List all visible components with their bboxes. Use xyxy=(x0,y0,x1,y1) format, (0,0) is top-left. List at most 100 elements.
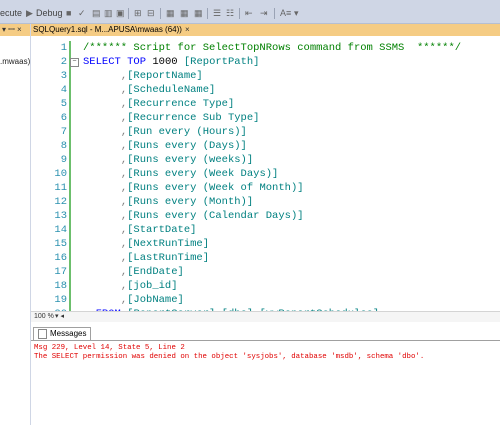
line-number: 3 xyxy=(60,70,67,82)
results-to-text-icon[interactable]: ▦ xyxy=(166,7,175,19)
line-number: 13 xyxy=(54,210,67,222)
code-line[interactable]: 14 ,[StartDate] xyxy=(31,223,500,237)
code-text: ,[Runs every (Week Days)] xyxy=(120,168,279,180)
code-line[interactable]: 12 ,[Runs every (Month)] xyxy=(31,195,500,209)
code-text: ,[Runs every (Month)] xyxy=(120,196,254,208)
object-explorer-panel: ▾ ꟷ × .mwaas) xyxy=(0,24,31,425)
zoom-dropdown-icon[interactable]: ▾ ◂ xyxy=(55,312,64,322)
code-text: ,[JobName] xyxy=(120,294,184,306)
code-text: ,[ReportName] xyxy=(120,70,203,82)
query-editor[interactable]: 1 /****** Script for SelectTopNRows comma… xyxy=(31,36,500,321)
line-number: 17 xyxy=(54,266,67,278)
parse-check-icon[interactable]: ✓ xyxy=(78,7,86,19)
zoom-bar: 100 % ▾ ◂ xyxy=(31,311,500,322)
comment-icon[interactable]: ☰ xyxy=(213,7,221,19)
panel-pin-icon[interactable]: ▾ ꟷ × xyxy=(2,24,22,36)
code-line[interactable]: 10 ,[Runs every (Week Days)] xyxy=(31,167,500,181)
line-number: 7 xyxy=(60,126,67,138)
line-number: 15 xyxy=(54,238,67,250)
results-tab-strip: Messages xyxy=(31,327,500,340)
code-line[interactable]: 3 ,[ReportName] xyxy=(31,69,500,83)
query-design-icon[interactable]: ▣ xyxy=(116,7,125,19)
line-number: 11 xyxy=(54,182,67,194)
code-text: ,[Recurrence Type] xyxy=(120,98,235,110)
tab-title: SQLQuery1.sql - M...APUSA\mwaas (64)) xyxy=(33,25,182,34)
line-number: 12 xyxy=(54,196,67,208)
debug-play-icon[interactable]: ▶ xyxy=(26,7,33,19)
toolbar-overflow-icon[interactable]: ▾ xyxy=(294,7,299,19)
line-number: 9 xyxy=(60,154,67,166)
results-to-file-icon[interactable]: ▦ xyxy=(194,7,203,19)
messages-pane: Msg 229, Level 14, State 5, Line 2 The S… xyxy=(31,340,500,426)
line-number: 19 xyxy=(54,294,67,306)
code-text: ,[Runs every (Week of Month)] xyxy=(120,182,304,194)
toolbar-separator xyxy=(160,8,161,19)
document-tab-strip: SQLQuery1.sql - M...APUSA\mwaas (64)) × xyxy=(31,24,500,36)
code-line[interactable]: 6 ,[Recurrence Sub Type] xyxy=(31,111,500,125)
code-text: ,[StartDate] xyxy=(120,224,197,236)
line-number: 5 xyxy=(60,98,67,110)
code-line[interactable]: 5 ,[Recurrence Type] xyxy=(31,97,500,111)
decrease-indent-icon[interactable]: ⇤ xyxy=(245,7,253,19)
messages-icon xyxy=(38,328,47,339)
code-line[interactable]: 18 ,[job_id] xyxy=(31,279,500,293)
line-number: 8 xyxy=(60,140,67,152)
code-text: ,[NextRunTime] xyxy=(120,238,210,250)
increase-indent-icon[interactable]: ⇥ xyxy=(260,7,268,19)
code-line[interactable]: 4 ,[ScheduleName] xyxy=(31,83,500,97)
code-text: ,[Recurrence Sub Type] xyxy=(120,112,260,124)
code-text: ,[job_id] xyxy=(120,280,178,292)
specify-values-icon[interactable]: A≡ xyxy=(280,7,291,19)
code-text: ,[Run every (Hours)] xyxy=(120,126,247,138)
object-explorer-header: ▾ ꟷ × xyxy=(0,24,30,36)
code-line[interactable]: 17 ,[EndDate] xyxy=(31,265,500,279)
code-line[interactable]: 2− SELECT TOP 1000 [ReportPath] xyxy=(31,55,500,69)
zoom-level[interactable]: 100 % xyxy=(34,312,54,322)
object-explorer-connection-text[interactable]: .mwaas) xyxy=(0,57,30,66)
messages-tab-label: Messages xyxy=(50,329,87,338)
code-line[interactable]: 16 ,[LastRunTime] xyxy=(31,251,500,265)
close-tab-icon[interactable]: × xyxy=(185,25,190,34)
line-number: 16 xyxy=(54,252,67,264)
code-text: SELECT TOP 1000 [ReportPath] xyxy=(83,56,260,68)
debug-button[interactable]: Debug xyxy=(36,7,63,19)
code-text: ,[Runs every (weeks)] xyxy=(120,154,254,166)
code-line[interactable]: 9 ,[Runs every (weeks)] xyxy=(31,153,500,167)
toolbar-separator xyxy=(274,8,275,19)
line-number: 14 xyxy=(54,224,67,236)
line-number: 18 xyxy=(54,280,67,292)
line-number: 6 xyxy=(60,112,67,124)
toolbar-separator xyxy=(239,8,240,19)
line-number: 4 xyxy=(60,84,67,96)
tab-sqlquery1[interactable]: SQLQuery1.sql - M...APUSA\mwaas (64)) × xyxy=(31,24,190,36)
code-text: ,[Runs every (Calendar Days)] xyxy=(120,210,304,222)
results-icon[interactable]: ▤ xyxy=(92,7,101,19)
code-line[interactable]: 15 ,[NextRunTime] xyxy=(31,237,500,251)
toolbar-separator xyxy=(128,8,129,19)
code-line[interactable]: 11 ,[Runs every (Week of Month)] xyxy=(31,181,500,195)
toolbar-separator xyxy=(207,8,208,19)
line-number: 1 xyxy=(60,42,67,54)
intellisense-icon[interactable]: ⊞ xyxy=(134,7,142,19)
code-text: ,[ScheduleName] xyxy=(120,84,216,96)
results-to-grid-icon[interactable]: ▦ xyxy=(180,7,189,19)
uncomment-icon[interactable]: ☷ xyxy=(226,7,234,19)
code-text: ,[LastRunTime] xyxy=(120,252,210,264)
code-line[interactable]: 1 /****** Script for SelectTopNRows comma… xyxy=(31,41,500,55)
stop-icon[interactable]: ■ xyxy=(66,7,71,19)
code-text: ,[Runs every (Days)] xyxy=(120,140,247,152)
code-line[interactable]: 7 ,[Run every (Hours)] xyxy=(31,125,500,139)
code-text: ,[EndDate] xyxy=(120,266,184,278)
include-plan-icon[interactable]: ⊟ xyxy=(147,7,155,19)
code-text: /****** Script for SelectTopNRows comman… xyxy=(83,42,462,54)
line-number: 10 xyxy=(54,168,67,180)
collapse-region-icon[interactable]: − xyxy=(70,58,79,67)
tab-messages[interactable]: Messages xyxy=(33,327,92,340)
display-plan-icon[interactable]: ▥ xyxy=(104,7,113,19)
execute-button[interactable]: ecute xyxy=(0,7,22,19)
line-number: 2 xyxy=(60,56,67,68)
toolbar: ecute ▶ Debug ■ ✓ ▤ ▥ ▣ ⊞ ⊟ ▦ ▦ ▦ ☰ ☷ ⇤ … xyxy=(0,4,500,24)
code-line[interactable]: 19 ,[JobName] xyxy=(31,293,500,307)
code-line[interactable]: 13 ,[Runs every (Calendar Days)] xyxy=(31,209,500,223)
code-line[interactable]: 8 ,[Runs every (Days)] xyxy=(31,139,500,153)
